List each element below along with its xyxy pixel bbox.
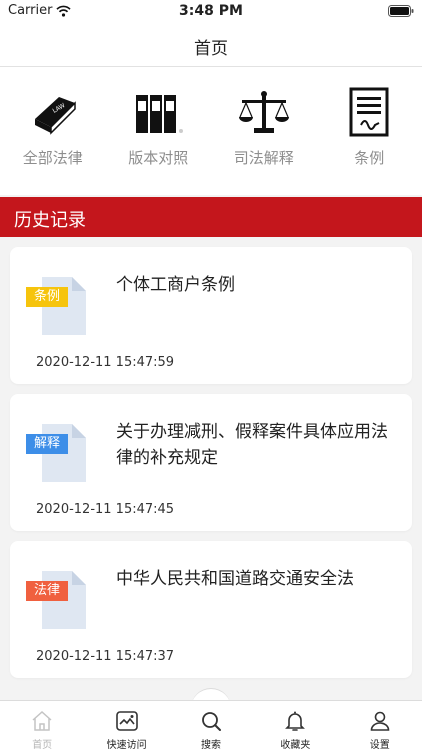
tab-bar: 首页 快速访问 搜索 收藏夹 设置 bbox=[0, 700, 422, 751]
category-regulations[interactable]: 条例 bbox=[317, 67, 422, 195]
history-item-title: 中华人民共和国道路交通安全法 bbox=[116, 566, 392, 592]
history-item-title: 个体工商户条例 bbox=[116, 272, 392, 298]
tab-home[interactable]: 首页 bbox=[0, 701, 84, 751]
tab-label: 搜索 bbox=[201, 736, 221, 751]
tab-search[interactable]: 搜索 bbox=[169, 701, 253, 751]
history-item[interactable]: 法律 中华人民共和国道路交通安全法 2020-12-11 15:47:37 bbox=[10, 541, 412, 678]
law-books-icon bbox=[130, 87, 186, 139]
status-time: 3:48 PM bbox=[0, 3, 422, 19]
document-icon bbox=[341, 87, 397, 139]
page-title: 首页 bbox=[0, 34, 422, 59]
law-book-icon: LAW bbox=[25, 87, 81, 139]
category-tag: 法律 bbox=[26, 581, 68, 601]
category-version-compare[interactable]: 版本对照 bbox=[106, 67, 212, 195]
history-item[interactable]: 条例 个体工商户条例 2020-12-11 15:47:59 bbox=[10, 247, 412, 384]
status-bar: Carrier 3:48 PM bbox=[0, 0, 422, 22]
home-icon bbox=[30, 709, 54, 733]
category-all-laws[interactable]: LAW 全部法律 bbox=[0, 67, 106, 195]
history-item[interactable]: 解释 关于办理减刑、假释案件具体应用法律的补充规定 2020-12-11 15:… bbox=[10, 394, 412, 531]
history-item-title: 关于办理减刑、假释案件具体应用法律的补充规定 bbox=[116, 419, 392, 471]
battery-icon bbox=[388, 5, 414, 17]
history-section-header: 历史记录 bbox=[0, 197, 422, 237]
category-label: 司法解释 bbox=[234, 147, 294, 168]
history-item-time: 2020-12-11 15:47:37 bbox=[36, 649, 174, 664]
category-judicial-interpretation[interactable]: 司法解释 bbox=[211, 67, 317, 195]
tab-label: 首页 bbox=[32, 736, 52, 751]
category-label: 版本对照 bbox=[128, 147, 188, 168]
category-label: 全部法律 bbox=[23, 147, 83, 168]
quick-access-icon bbox=[115, 709, 139, 733]
tab-label: 快速访问 bbox=[107, 736, 147, 751]
tab-label: 设置 bbox=[370, 736, 390, 751]
category-grid: LAW 全部法律 版本对照 司法解释 bbox=[0, 67, 422, 195]
history-item-time: 2020-12-11 15:47:59 bbox=[36, 355, 174, 370]
category-tag: 条例 bbox=[26, 287, 68, 307]
bell-icon bbox=[283, 709, 307, 733]
tab-settings[interactable]: 设置 bbox=[338, 701, 422, 751]
history-title: 历史记录 bbox=[14, 206, 86, 232]
tab-label: 收藏夹 bbox=[280, 736, 310, 751]
tab-favorites[interactable]: 收藏夹 bbox=[253, 701, 337, 751]
history-item-time: 2020-12-11 15:47:45 bbox=[36, 502, 174, 517]
category-label: 条例 bbox=[354, 147, 384, 168]
user-icon bbox=[368, 709, 392, 733]
scales-icon bbox=[236, 87, 292, 139]
navigation-bar: 首页 bbox=[0, 22, 422, 67]
category-tag: 解释 bbox=[26, 434, 68, 454]
search-icon bbox=[199, 709, 223, 733]
tab-quick-access[interactable]: 快速访问 bbox=[84, 701, 168, 751]
